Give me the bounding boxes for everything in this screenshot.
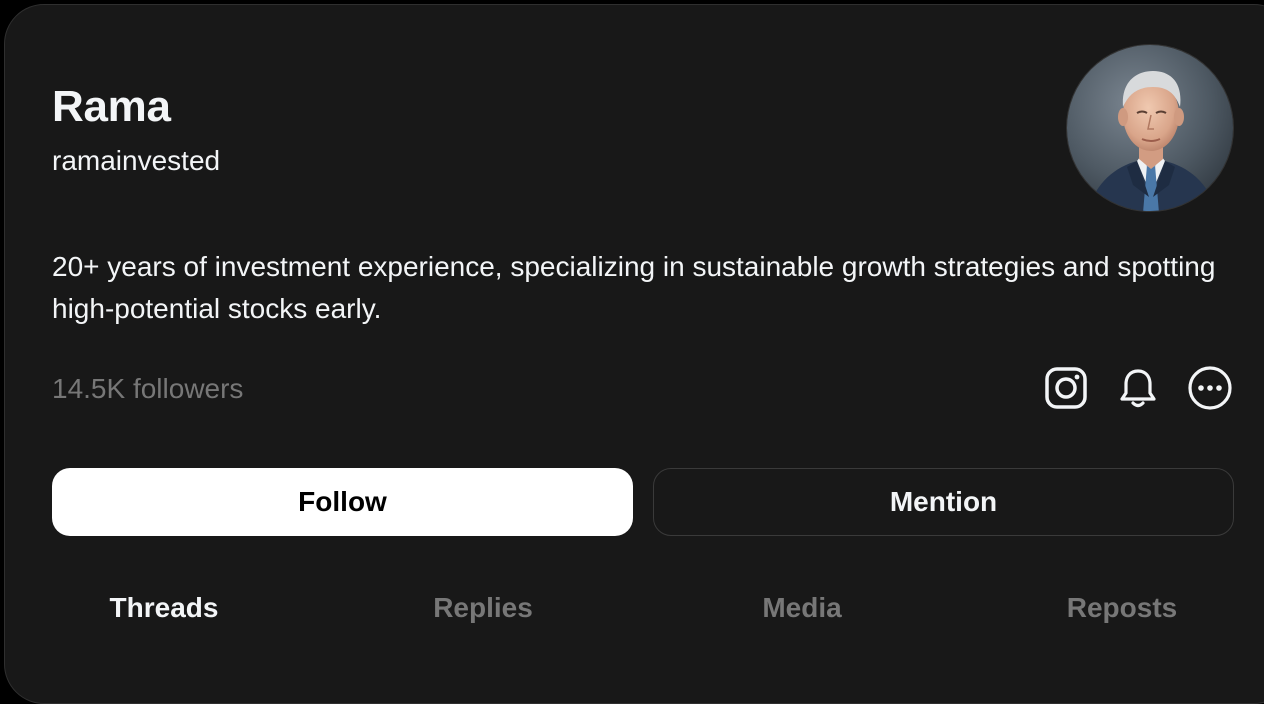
profile-username: ramainvested: [52, 145, 221, 176]
tab-threads[interactable]: Threads: [4, 590, 324, 626]
more-options-icon[interactable]: [1186, 364, 1234, 412]
tab-reposts[interactable]: Reposts: [962, 590, 1264, 626]
profile-name: Rama: [52, 82, 171, 131]
avatar[interactable]: [1066, 44, 1234, 212]
avatar-portrait: [1067, 45, 1233, 211]
followers-count[interactable]: 14.5K followers: [52, 372, 243, 406]
follow-button[interactable]: Follow: [52, 468, 633, 536]
profile-bio: 20+ years of investment experience, spec…: [52, 251, 1216, 324]
bell-icon[interactable]: [1114, 364, 1162, 412]
tab-replies[interactable]: Replies: [323, 590, 643, 626]
tab-media[interactable]: Media: [642, 590, 962, 626]
instagram-icon[interactable]: [1042, 364, 1090, 412]
mention-button[interactable]: Mention: [653, 468, 1234, 536]
